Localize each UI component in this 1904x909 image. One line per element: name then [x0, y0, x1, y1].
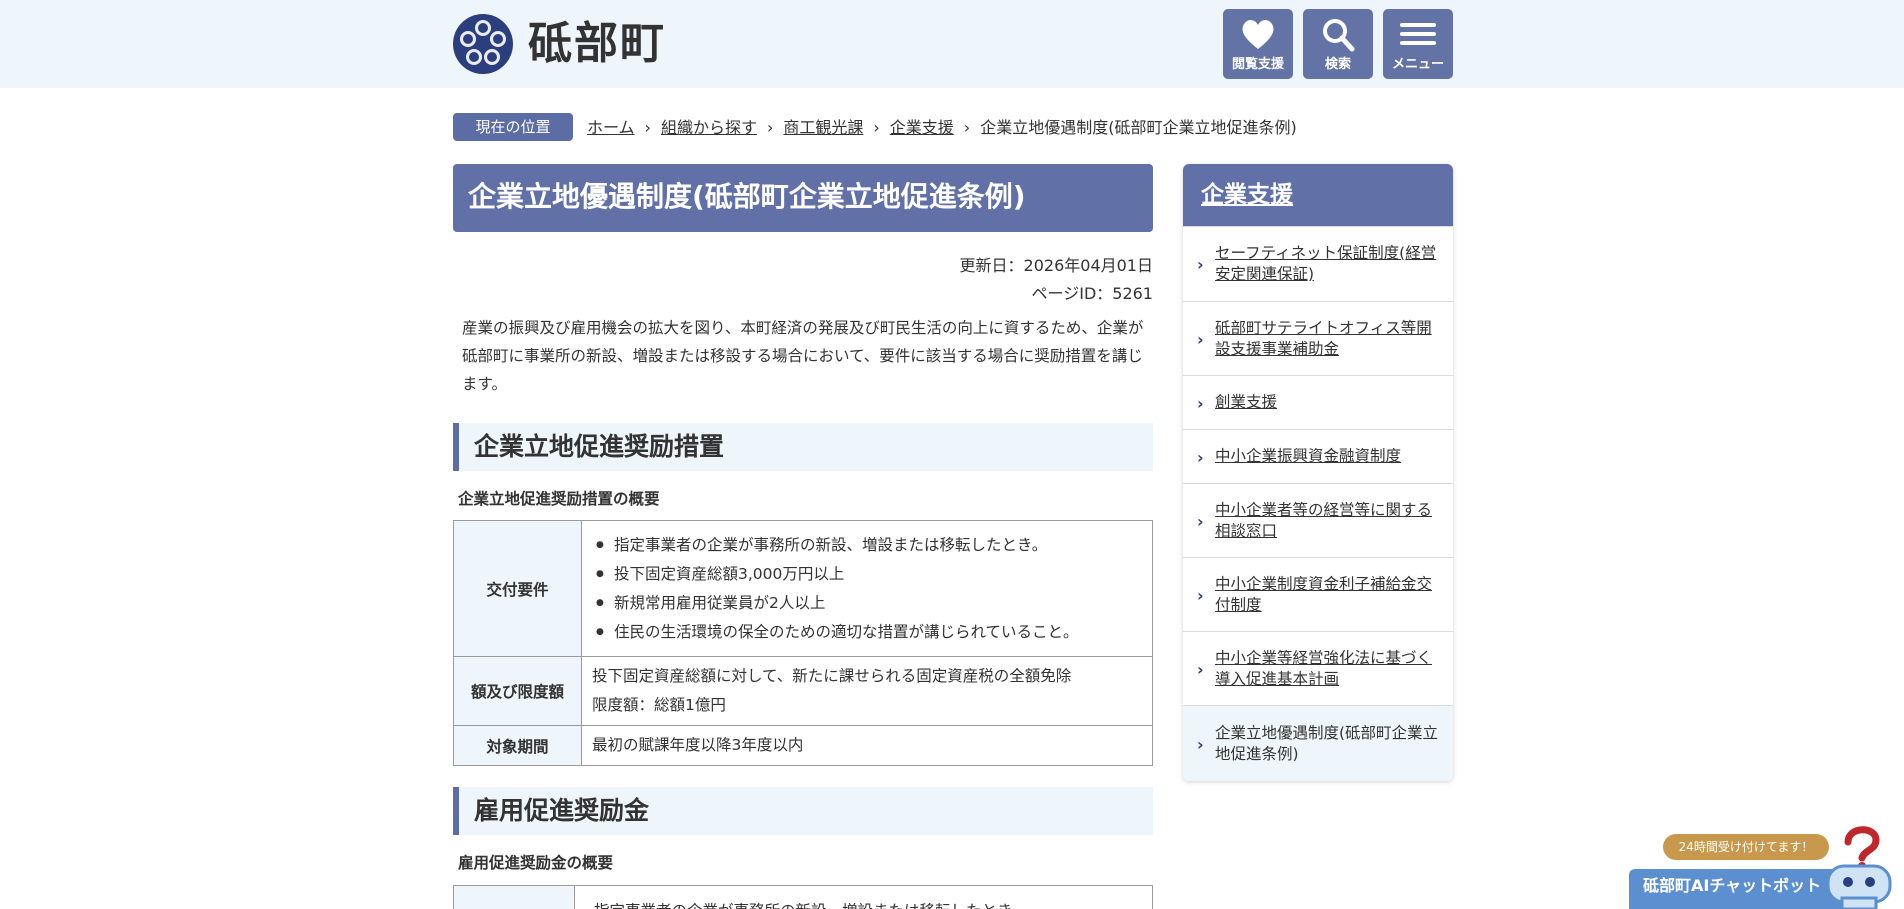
- chevron-right-icon: ›: [1197, 255, 1204, 274]
- chatbot-button[interactable]: 砥部町AIチャットボット: [1629, 869, 1849, 909]
- accessibility-label: 閲覧支援: [1231, 57, 1284, 72]
- sidebar-item-label[interactable]: 中小企業者等の経営等に関する相談窓口: [1215, 500, 1441, 542]
- breadcrumb: ホーム › 組織から探す › 商工観光課 › 企業支援 › 企業立地優遇制度(砥部町企業立地促進…: [587, 116, 1297, 140]
- breadcrumb-commerce-tourism[interactable]: 商工観光課: [783, 118, 863, 137]
- row-label-requirements: 交付要件: [453, 520, 582, 657]
- period-cell: 最初の賦課年度以降3年度以内: [581, 725, 1153, 766]
- sidebar-item-label[interactable]: 中小企業等経営強化法に基づく導入促進基本計画: [1215, 648, 1441, 690]
- chevron-right-icon: ›: [1197, 734, 1204, 754]
- list-item: 指定事業者の企業が事務所の新設、増設または移転したとき。: [592, 531, 1142, 560]
- sidebar-item-location-incentive[interactable]: › 企業立地優遇制度(砥部町企業立地促進条例): [1183, 705, 1453, 781]
- sidebar-item-interest-subsidy[interactable]: › 中小企業制度資金利子補給金交付制度: [1183, 557, 1453, 631]
- sidebar-item-label[interactable]: セーフティネット保証制度(経営安定関連保証): [1215, 243, 1441, 285]
- row-label-amount: 額及び限度額: [453, 656, 582, 726]
- sidebar-item-consultation[interactable]: › 中小企業者等の経営等に関する相談窓口: [1183, 483, 1453, 557]
- updated-date: 更新日：2026年04月01日: [959, 256, 1153, 275]
- chevron-right-icon: ›: [1197, 585, 1204, 605]
- chevron-right-icon: ›: [1197, 393, 1204, 413]
- employment-first-line: 指定事業者の企業が事務所の新設、増設または移転したとき。: [594, 899, 1027, 909]
- chevron-right-icon: ›: [1197, 511, 1204, 531]
- row-label-period: 対象期間: [453, 725, 582, 766]
- menu-button[interactable]: メニュー: [1383, 9, 1453, 79]
- chatbot-bubble[interactable]: 24時間受け付けてます！: [1663, 834, 1829, 860]
- employment-table-header-cell: [454, 886, 575, 909]
- sidebar-item-safety-net[interactable]: › セーフティネット保証制度(経営安定関連保証): [1183, 226, 1453, 301]
- page-id: ページID：5261: [1031, 284, 1153, 303]
- table-row: 交付要件 指定事業者の企業が事務所の新設、増設または移転したとき。 投下固定資産…: [453, 520, 1153, 657]
- chevron-right-icon: ›: [1197, 329, 1204, 349]
- breadcrumb-organization[interactable]: 組織から探す: [661, 118, 757, 137]
- incentive-table: 交付要件 指定事業者の企業が事務所の新設、増設または移転したとき。 投下固定資産…: [453, 520, 1153, 766]
- sidebar-item-label[interactable]: 中小企業制度資金利子補給金交付制度: [1215, 574, 1441, 616]
- breadcrumb-home[interactable]: ホーム: [587, 118, 635, 137]
- requirements-cell: 指定事業者の企業が事務所の新設、増設または移転したとき。 投下固定資産総額3,0…: [581, 520, 1153, 657]
- chevron-right-icon: ›: [1197, 659, 1204, 679]
- menu-icon: [1400, 23, 1436, 45]
- page-meta: 更新日：2026年04月01日 ページID：5261: [853, 252, 1153, 308]
- breadcrumb-separator: ›: [766, 118, 774, 137]
- chatbot-robot-icon[interactable]: [1818, 822, 1904, 909]
- site-header: 砥部町 閲覧支援 検索 メニュー: [0, 0, 1904, 88]
- section-heading-employment: 雇用促進奨励金: [453, 787, 1153, 835]
- intro-text: 産業の振興及び雇用機会の拡大を図り、本町経済の発展及び町民生活の向上に資するため…: [462, 319, 1144, 393]
- sidebar-heading-link[interactable]: 企業支援: [1201, 182, 1293, 208]
- sidebar-item-management-strengthening[interactable]: › 中小企業等経営強化法に基づく導入促進基本計画: [1183, 631, 1453, 705]
- search-icon: [1323, 19, 1355, 52]
- sidebar-item-label[interactable]: 砥部町サテライトオフィス等開設支援事業補助金: [1215, 318, 1441, 360]
- page-title: 企業立地優遇制度(砥部町企業立地促進条例): [453, 164, 1153, 232]
- breadcrumb-current: 企業立地優遇制度(砥部町企業立地促進条例): [980, 118, 1297, 137]
- search-label: 検索: [1324, 57, 1351, 72]
- accessibility-button[interactable]: 閲覧支援: [1223, 9, 1293, 79]
- chevron-right-icon: ›: [1197, 447, 1204, 467]
- table-row: 額及び限度額 投下固定資産総額に対して、新たに課せられる固定資産税の全額免除 限…: [453, 656, 1153, 726]
- table-row: 対象期間 最初の賦課年度以降3年度以内: [453, 725, 1153, 766]
- breadcrumb-separator: ›: [644, 118, 651, 137]
- limit-line: 限度額：総額1億円: [592, 696, 726, 714]
- employment-table: 指定事業者の企業が事務所の新設、増設または移転したとき。: [453, 885, 1153, 909]
- sidebar-item-label[interactable]: 創業支援: [1215, 392, 1277, 413]
- search-button[interactable]: 検索: [1303, 9, 1373, 79]
- sidebar-item-label[interactable]: 企業立地優遇制度(砥部町企業立地促進条例): [1215, 723, 1441, 765]
- list-item: 住民の生活環境の保全のための適切な措置が講じられていること。: [592, 618, 1142, 647]
- sidebar-item-startup-support[interactable]: › 創業支援: [1183, 375, 1453, 429]
- breadcrumb-separator: ›: [873, 118, 880, 137]
- menu-label: メニュー: [1391, 57, 1444, 72]
- sidebar-item-satellite-office[interactable]: › 砥部町サテライトオフィス等開設支援事業補助金: [1183, 301, 1453, 375]
- sidebar-item-label[interactable]: 中小企業振興資金融資制度: [1215, 446, 1401, 467]
- section-heading-incentive: 企業立地促進奨励措置: [453, 423, 1153, 471]
- list-item: 新規常用雇用従業員が2人以上: [592, 589, 1142, 618]
- breadcrumb-business-support[interactable]: 企業支援: [890, 118, 954, 137]
- sidebar-heading: 企業支援: [1183, 164, 1453, 226]
- sidebar-item-sme-loan[interactable]: › 中小企業振興資金融資制度: [1183, 429, 1453, 483]
- heart-icon: [1242, 19, 1274, 49]
- requirements-list: 指定事業者の企業が事務所の新設、増設または移転したとき。 投下固定資産総額3,0…: [592, 531, 1142, 647]
- amount-cell: 投下固定資産総額に対して、新たに課せられる固定資産税の全額免除 限度額：総額1億…: [581, 656, 1153, 726]
- subheading-incentive-overview: 企業立地促進奨励措置の概要: [458, 490, 660, 508]
- amount-line: 投下固定資産総額に対して、新たに課せられる固定資産税の全額免除: [592, 667, 1072, 685]
- breadcrumb-separator: ›: [963, 118, 971, 137]
- subheading-employment-overview: 雇用促進奨励金の概要: [458, 854, 614, 872]
- list-item: 投下固定資産総額3,000万円以上: [592, 560, 1142, 589]
- sidebar: 企業支援 › セーフティネット保証制度(経営安定関連保証) › 砥部町サテライト…: [1183, 164, 1453, 781]
- town-logo[interactable]: [453, 14, 513, 74]
- site-title[interactable]: 砥部町: [528, 18, 666, 70]
- breadcrumb-tag: 現在の位置: [453, 113, 573, 141]
